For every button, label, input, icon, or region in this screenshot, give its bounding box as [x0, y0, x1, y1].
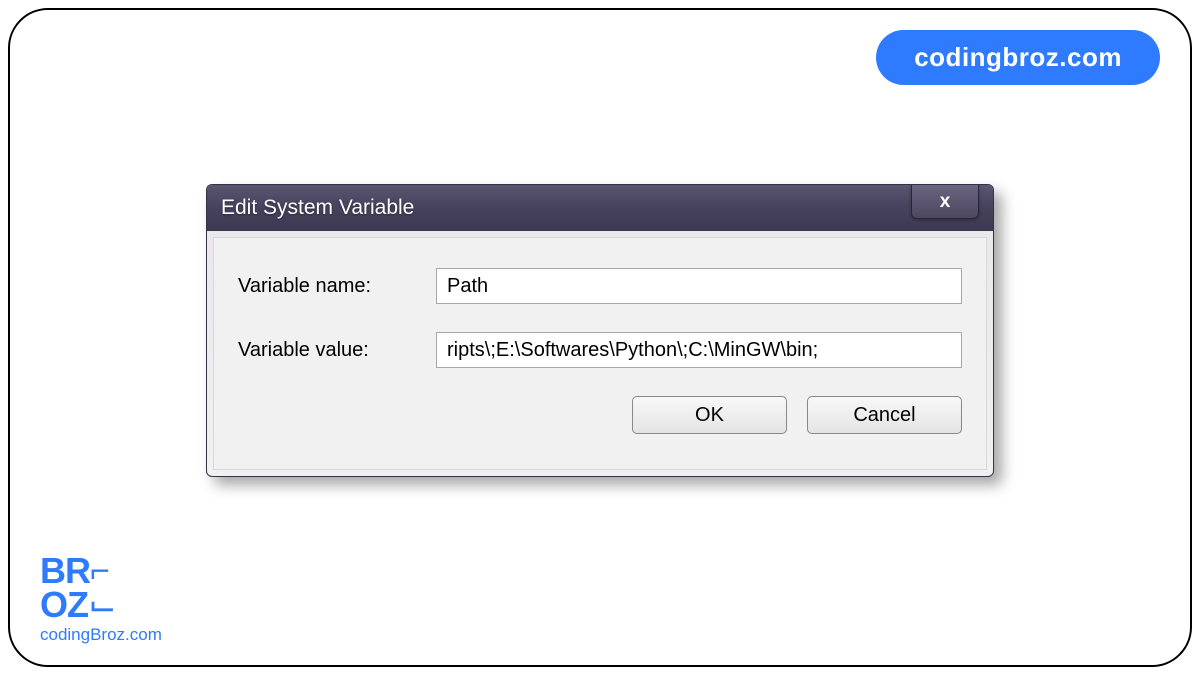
variable-value-label: Variable value: — [238, 339, 436, 362]
bracket-icon: ⌐ — [90, 554, 109, 588]
close-icon: x — [940, 191, 951, 213]
cancel-button[interactable]: Cancel — [807, 396, 962, 434]
logo-text: BR⌐ OZ⌙ — [40, 554, 162, 622]
edit-system-variable-dialog: Edit System Variable x Variable name: Va… — [206, 184, 994, 477]
variable-value-input[interactable] — [436, 332, 962, 368]
ok-button[interactable]: OK — [632, 396, 787, 434]
brand-badge: codingbroz.com — [876, 30, 1160, 85]
logo-area: BR⌐ OZ⌙ codingBroz.com — [40, 554, 162, 645]
variable-name-input[interactable] — [436, 268, 962, 304]
bracket-icon: ⌙ — [88, 588, 116, 622]
button-row: OK Cancel — [238, 396, 962, 434]
variable-value-row: Variable value: — [238, 332, 962, 368]
dialog-titlebar: Edit System Variable x — [207, 185, 993, 231]
dialog-title: Edit System Variable — [221, 196, 414, 220]
logo-subtext: codingBroz.com — [40, 625, 162, 645]
dialog-body: Variable name: Variable value: OK Cancel — [213, 237, 987, 470]
variable-name-label: Variable name: — [238, 275, 436, 298]
variable-name-row: Variable name: — [238, 268, 962, 304]
close-button[interactable]: x — [911, 185, 979, 219]
